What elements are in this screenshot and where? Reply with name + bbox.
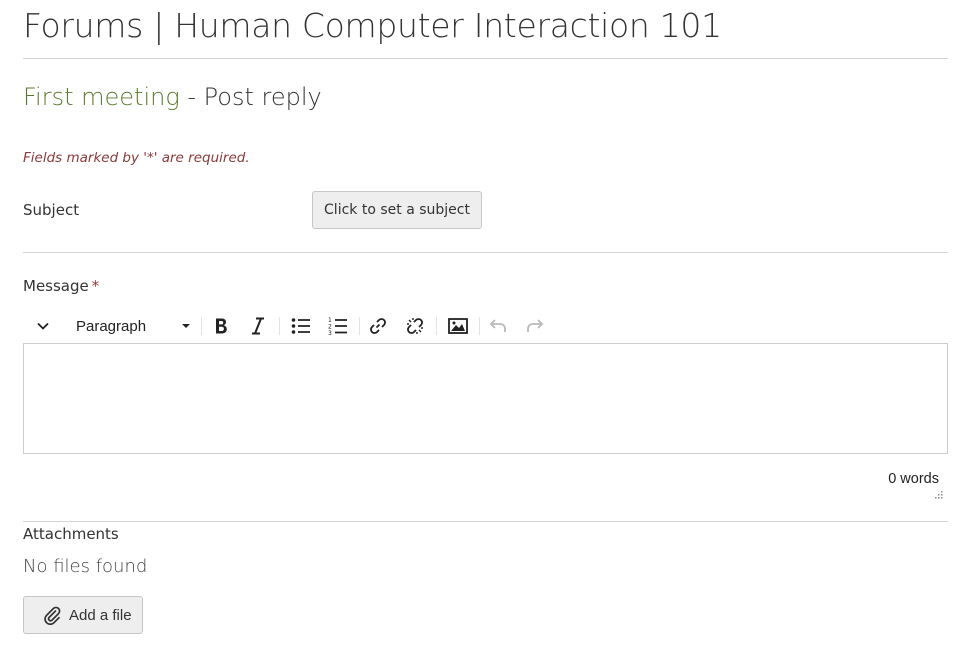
format-select-value: Paragraph — [76, 317, 147, 335]
required-fields-note: Fields marked by '*' are required. — [23, 150, 250, 166]
chevron-down-icon — [182, 324, 190, 328]
subtitle-action: - Post reply — [179, 83, 322, 111]
attachments-divider — [23, 521, 948, 522]
link-icon[interactable] — [364, 313, 392, 339]
set-subject-button[interactable]: Click to set a subject — [312, 191, 482, 229]
editor-toolbar: Paragraph 123 — [23, 309, 948, 343]
italic-icon[interactable] — [244, 313, 272, 339]
add-file-label: Add a file — [69, 606, 132, 624]
toolbar-separator — [479, 317, 480, 335]
svg-text:3: 3 — [328, 330, 332, 336]
bullet-list-icon[interactable] — [287, 313, 315, 339]
header-divider — [23, 58, 948, 59]
message-editor[interactable] — [23, 343, 948, 454]
numbered-list-icon[interactable]: 123 — [324, 313, 352, 339]
message-label: Message * — [23, 277, 99, 295]
toolbar-separator — [436, 317, 437, 335]
bold-icon[interactable] — [207, 313, 235, 339]
discussion-link[interactable]: First meeting — [23, 83, 180, 111]
undo-icon[interactable] — [484, 313, 512, 339]
toolbar-separator — [359, 317, 360, 335]
unlink-icon[interactable] — [401, 313, 429, 339]
toolbar-separator — [279, 317, 280, 335]
attachments-status: No files found — [23, 556, 148, 577]
toolbar-separator — [201, 317, 202, 335]
format-select[interactable]: Paragraph — [71, 313, 196, 339]
page-subtitle: First meeting - Post reply — [23, 83, 322, 111]
subject-divider — [23, 252, 948, 253]
image-icon[interactable] — [444, 313, 472, 339]
word-count: 0 words — [888, 471, 939, 487]
page-title: Forums | Human Computer Interaction 101 — [23, 6, 722, 45]
attachments-label: Attachments — [23, 525, 119, 543]
required-marker: * — [91, 277, 100, 295]
add-file-button[interactable]: Add a file — [23, 596, 143, 634]
resize-handle-icon[interactable] — [933, 485, 944, 499]
subject-label: Subject — [23, 201, 80, 219]
message-label-text: Message — [23, 277, 89, 295]
collapse-toolbar-icon[interactable] — [29, 313, 57, 339]
redo-icon[interactable] — [521, 313, 549, 339]
paperclip-icon — [43, 605, 61, 625]
